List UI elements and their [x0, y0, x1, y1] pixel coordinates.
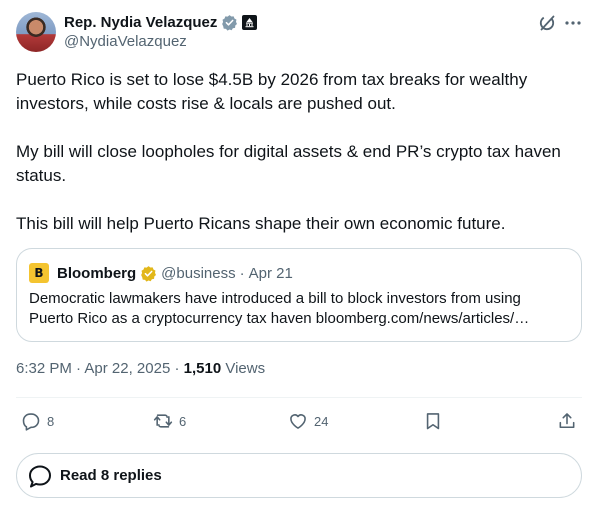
tweet-meta: 6:32 PM · Apr 22, 2025 · 1,510 Views	[16, 360, 265, 377]
repost-count: 6	[179, 413, 187, 429]
government-verified-icon	[222, 14, 238, 31]
quoted-date: Apr 21	[248, 264, 293, 282]
quoted-text: Democratic lawmakers have introduced a b…	[29, 290, 530, 327]
grok-icon[interactable]	[537, 13, 557, 33]
more-options-icon[interactable]	[563, 13, 583, 33]
author-name[interactable]: Rep. Nydia Velazquez	[64, 14, 217, 31]
repost-icon	[153, 414, 173, 428]
reply-button[interactable]: 8	[21, 410, 54, 432]
read-replies-button[interactable]: Read 8 replies	[16, 453, 582, 498]
tweet-paragraph: My bill will close loopholes for digital…	[16, 142, 561, 185]
views-label: Views	[225, 360, 266, 377]
bookmark-icon	[426, 413, 440, 430]
bloomberg-logo-icon: B	[29, 263, 49, 283]
gold-verified-icon	[141, 265, 157, 282]
author-handle[interactable]: @NydiaVelazquez	[64, 33, 187, 50]
separator-dot: ·	[239, 264, 245, 282]
tweet-paragraph: Puerto Rico is set to lose $4.5B by 2026…	[16, 70, 528, 113]
author-avatar[interactable]	[16, 12, 56, 52]
reply-count: 8	[47, 413, 55, 429]
divider	[16, 397, 582, 398]
tweet-date[interactable]: Apr 22, 2025	[84, 360, 170, 377]
tweet-card: Rep. Nydia Velazquez @NydiaVelazquez Pue…	[0, 0, 598, 506]
heart-icon	[290, 414, 306, 429]
tweet-paragraph: This bill will help Puerto Ricans shape …	[16, 214, 506, 233]
like-button[interactable]: 24	[288, 410, 328, 432]
author-name-row: Rep. Nydia Velazquez	[64, 12, 258, 32]
read-replies-label: Read 8 replies	[60, 467, 162, 484]
affiliation-badge-icon[interactable]	[242, 14, 258, 30]
repost-button[interactable]: 6	[153, 410, 186, 432]
separator-dot: ·	[174, 360, 180, 377]
quoted-tweet-header: Bloomberg @business · Apr 21	[57, 263, 293, 283]
views-count: 1,510	[183, 360, 222, 377]
share-icon	[559, 413, 575, 429]
tweet-text: Puerto Rico is set to lose $4.5B by 2026…	[16, 68, 582, 236]
quoted-author-handle: @business	[161, 264, 236, 282]
quoted-tweet[interactable]: B Bloomberg @business · Apr 21 Democrati…	[16, 248, 582, 342]
reply-icon	[22, 413, 40, 431]
quoted-author-name: Bloomberg	[57, 264, 137, 282]
separator-dot: ·	[76, 360, 82, 377]
speech-bubble-icon	[29, 465, 51, 487]
bookmark-button[interactable]	[423, 410, 443, 432]
share-button[interactable]	[557, 410, 577, 432]
capitol-icon	[245, 17, 254, 27]
tweet-time[interactable]: 6:32 PM	[16, 360, 72, 377]
like-count: 24	[314, 413, 329, 429]
